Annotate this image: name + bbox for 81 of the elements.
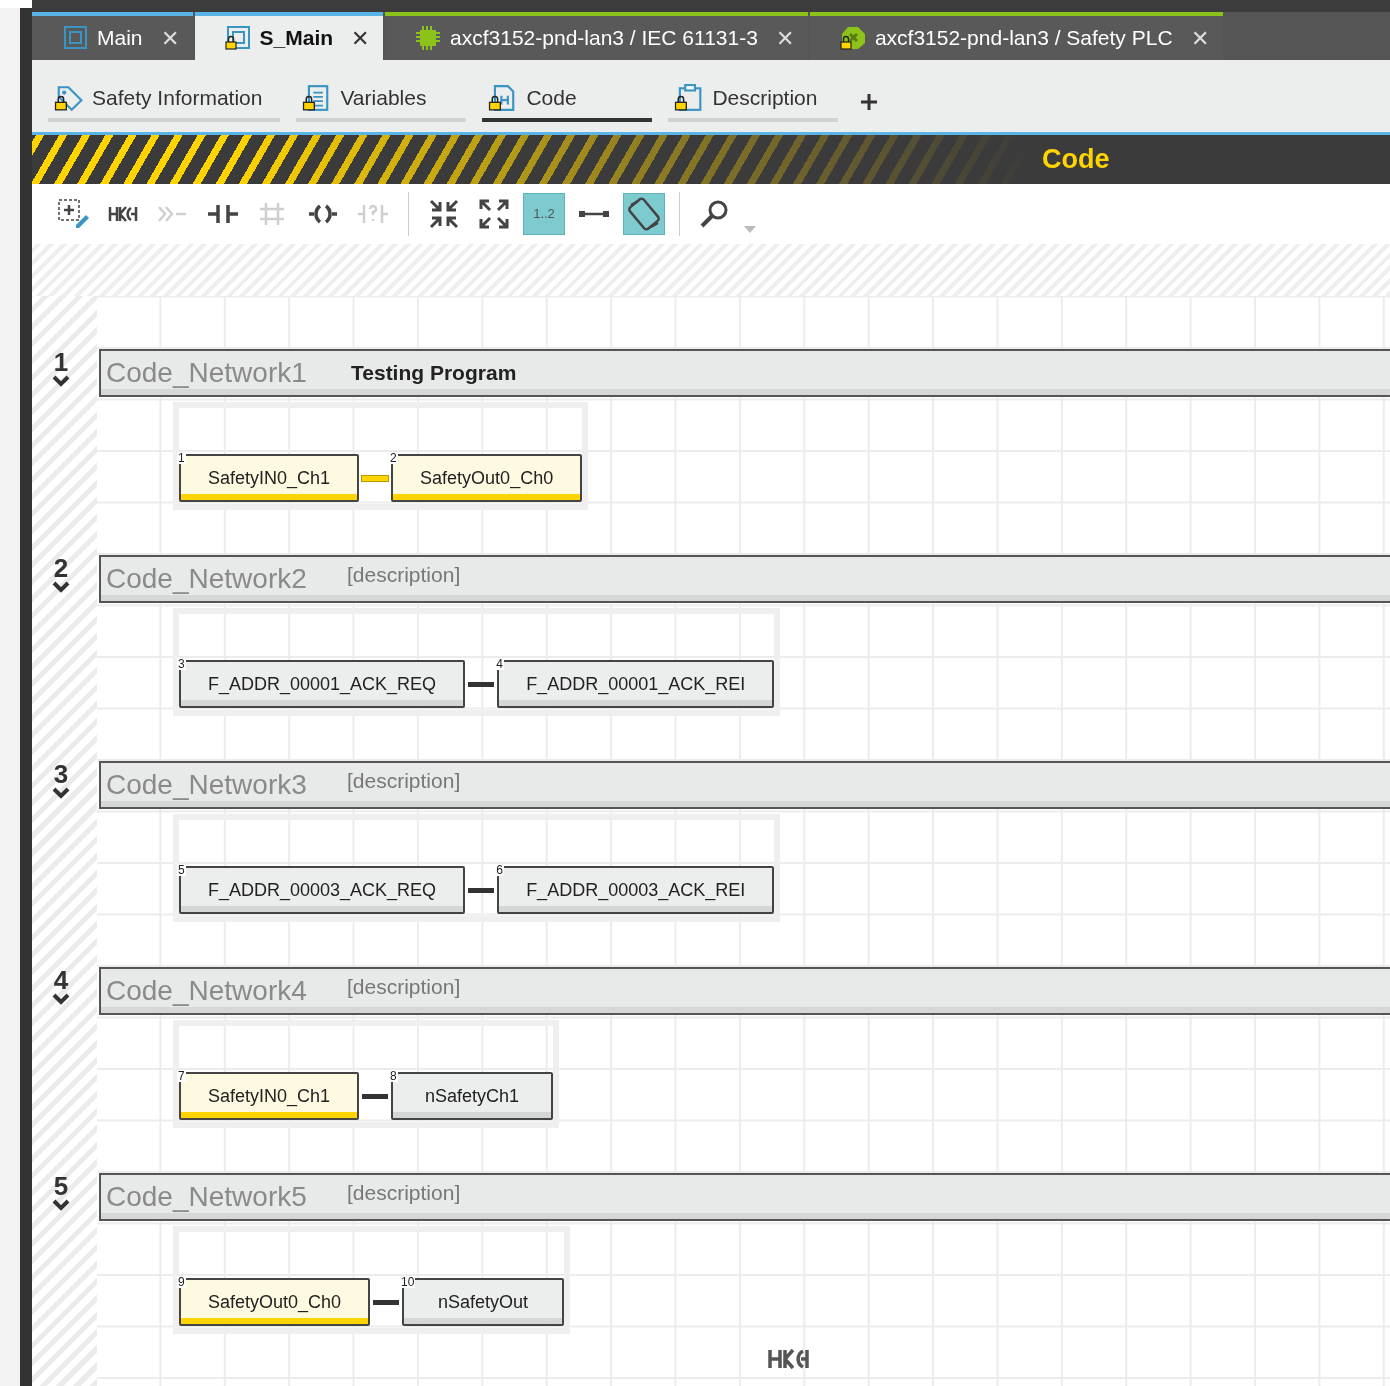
- variable-name: SafetyOut0_Ch0: [420, 466, 554, 491]
- block-index: 7: [177, 1070, 186, 1082]
- description-placeholder: [description]: [347, 768, 461, 795]
- numbering-button[interactable]: 1..2: [523, 193, 565, 235]
- close-icon[interactable]: ✕: [1190, 21, 1209, 55]
- network-number: 3: [53, 761, 69, 787]
- connection-wire: [468, 681, 495, 687]
- block-index: 6: [495, 864, 504, 876]
- collapse-chevron-icon[interactable]: [52, 581, 70, 593]
- variable-block[interactable]: 7 SafetyIN0_Ch1: [179, 1072, 360, 1120]
- variable-block[interactable]: 4 F_ADDR_00001_ACK_REI: [497, 660, 775, 708]
- network-header[interactable]: Code_Network5 [description]: [99, 1173, 1390, 1221]
- block-index: 8: [389, 1070, 398, 1082]
- network-number: 5: [53, 1173, 69, 1199]
- view-tab[interactable]: Safety Information: [48, 78, 281, 122]
- wrap-button[interactable]: [623, 193, 665, 235]
- add-network-icon: [56, 197, 90, 231]
- block-index: 5: [177, 864, 186, 876]
- variable-block[interactable]: 1 SafetyIN0_Ch1: [179, 454, 360, 502]
- editor-tab[interactable]: axcf3152-pnd-lan3 / Safety PLC ✕: [809, 12, 1223, 60]
- block-index: 4: [495, 658, 504, 670]
- collapse-chevron-icon[interactable]: [52, 375, 70, 387]
- network-comment: Testing Program: [351, 360, 517, 387]
- network-header[interactable]: Code_Network3 [description]: [99, 761, 1390, 809]
- block-index: 9: [177, 1276, 186, 1288]
- description-placeholder: [description]: [347, 562, 461, 589]
- network-name: Code_Network5: [105, 1180, 308, 1214]
- variable-block[interactable]: 5 F_ADDR_00003_ACK_REQ: [179, 866, 466, 914]
- variable-name: SafetyIN0_Ch1: [208, 1084, 331, 1109]
- block-index: 10: [400, 1276, 416, 1288]
- network-name: Code_Network1: [105, 356, 308, 390]
- network-number: 2: [53, 555, 69, 581]
- connect-icon: [578, 210, 610, 218]
- network-header[interactable]: Code_Network1 Testing Program: [99, 349, 1390, 397]
- view-tab[interactable]: Variables: [296, 78, 467, 122]
- variable-block[interactable]: 8 nSafetyCh1: [391, 1072, 554, 1120]
- view-tab[interactable]: Code: [482, 78, 653, 122]
- plus-icon: [860, 92, 879, 111]
- variable-name: F_ADDR_00003_ACK_REI: [526, 878, 746, 903]
- variable-block[interactable]: 6 F_ADDR_00003_ACK_REI: [497, 866, 775, 914]
- variable-name: nSafetyOut: [438, 1290, 529, 1314]
- network-header[interactable]: Code_Network4 [description]: [99, 967, 1390, 1015]
- description-placeholder: [description]: [347, 1180, 461, 1207]
- editor-tab[interactable]: axcf3152-pnd-lan3 / IEC 61131-3 ✕: [385, 12, 808, 60]
- expand-icon: [477, 197, 511, 231]
- variable-block[interactable]: 9 SafetyOut0_Ch0: [179, 1278, 371, 1326]
- editor-tab[interactable]: Main ✕: [32, 12, 193, 60]
- collapse-chevron-icon[interactable]: [52, 787, 70, 799]
- variable-block[interactable]: 3 F_ADDR_00001_ACK_REQ: [179, 660, 466, 708]
- editor-tab[interactable]: S_Main ✕: [194, 12, 384, 60]
- network-number: 4: [53, 967, 69, 993]
- variable-name: F_ADDR_00001_ACK_REQ: [208, 672, 437, 697]
- connection-wire: [362, 1093, 389, 1099]
- network-number: 1: [53, 349, 69, 375]
- network-name: Code_Network3: [105, 768, 308, 802]
- variable-name: SafetyOut0_Ch0: [208, 1290, 342, 1315]
- variable-block[interactable]: 2 SafetyOut0_Ch0: [391, 454, 583, 502]
- network-header[interactable]: Code_Network2 [description]: [99, 555, 1390, 603]
- wrap-icon: [627, 197, 661, 231]
- block-index: 1: [177, 452, 186, 464]
- collapse-chevron-icon[interactable]: [52, 993, 70, 1005]
- variable-name: SafetyIN0_Ch1: [208, 466, 331, 491]
- variable-block[interactable]: 10 nSafetyOut: [402, 1278, 565, 1326]
- view-tab[interactable]: Description: [668, 78, 839, 122]
- collapse-icon: [427, 197, 461, 231]
- block-index: 2: [389, 452, 398, 464]
- close-icon[interactable]: ✕: [775, 21, 794, 55]
- connection-wire: [362, 475, 389, 481]
- close-icon[interactable]: ✕: [351, 21, 370, 55]
- connection-wire: [468, 887, 495, 893]
- connection-wire: [373, 1299, 400, 1305]
- description-placeholder: [description]: [347, 974, 461, 1001]
- variable-name: F_ADDR_00003_ACK_REQ: [208, 878, 437, 903]
- banner-title: Code: [1042, 143, 1110, 177]
- block-index: 3: [177, 658, 186, 670]
- network-name: Code_Network4: [105, 974, 308, 1008]
- close-icon[interactable]: ✕: [160, 21, 179, 55]
- network-name: Code_Network2: [105, 562, 308, 596]
- variable-name: nSafetyCh1: [425, 1084, 520, 1108]
- collapse-chevron-icon[interactable]: [52, 1199, 70, 1211]
- variable-name: F_ADDR_00001_ACK_REI: [526, 672, 746, 697]
